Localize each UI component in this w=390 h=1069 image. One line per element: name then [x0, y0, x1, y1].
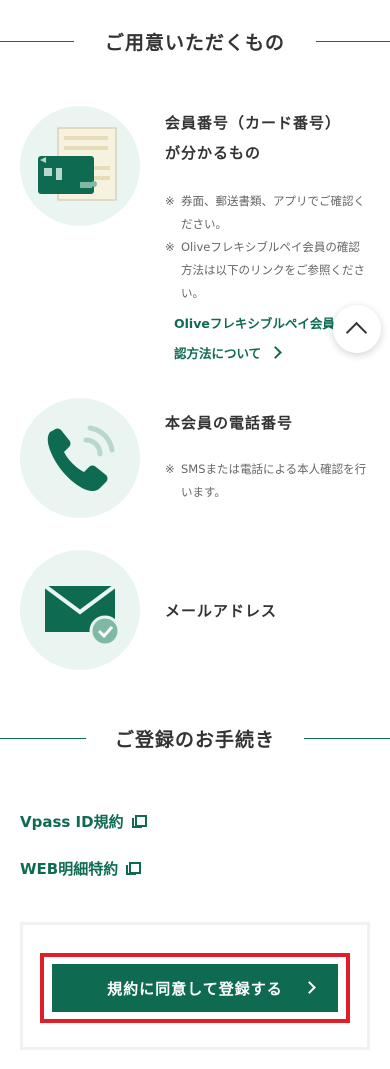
vpass-terms-label: Vpass ID規約 — [20, 813, 124, 831]
scroll-top-button[interactable] — [333, 305, 381, 353]
membership-card-icon — [20, 106, 140, 226]
external-link-icon — [131, 815, 147, 828]
web-statement-terms-label: WEB明細特約 — [20, 860, 119, 878]
phone-title: 本会員の電話番号 — [165, 414, 294, 432]
agree-and-register-label: 規約に同意して登録する — [107, 979, 283, 998]
note-text: 券面、郵送書類、アプリでご確認ください。 — [181, 194, 365, 231]
phone-note: ※ SMSまたは電話による本人確認を行います。 — [165, 458, 371, 504]
card-number-title-line2: が分かるもの — [165, 144, 262, 162]
vpass-terms-link[interactable]: Vpass ID規約 — [20, 808, 147, 836]
olive-confirm-link[interactable]: Oliveフレキシブルペイ会員の確 認方法について — [174, 309, 360, 369]
title-rule-right — [304, 738, 390, 739]
olive-link-line2: 認方法について — [174, 346, 262, 361]
web-statement-terms-link[interactable]: WEB明細特約 — [20, 855, 142, 883]
note-text: SMSまたは電話による本人確認を行います。 — [181, 462, 367, 499]
note-mark: ※ — [165, 240, 175, 254]
note-text: Oliveフレキシブルペイ会員の確認方法は以下のリンクをご参照ください。 — [181, 240, 365, 300]
mail-icon — [20, 550, 140, 670]
olive-link-line1: Oliveフレキシブルペイ会員の確 — [174, 316, 360, 331]
agree-and-register-button[interactable]: 規約に同意して登録する — [52, 964, 338, 1012]
card-number-note-1: ※ 券面、郵送書類、アプリでご確認ください。 — [165, 190, 371, 236]
title-rule-right — [316, 41, 390, 42]
external-link-icon — [126, 862, 142, 875]
chevron-right-icon — [269, 346, 283, 359]
note-mark: ※ — [165, 194, 175, 208]
mail-title: メールアドレス — [165, 602, 278, 620]
phone-icon — [20, 398, 140, 518]
note-mark: ※ — [165, 462, 175, 476]
chevron-right-icon — [303, 981, 316, 994]
card-number-title: 会員番号（カード番号） が分かるもの — [165, 108, 341, 168]
card-number-title-line1: 会員番号（カード番号） — [165, 114, 342, 132]
card-number-note-2: ※ Oliveフレキシブルペイ会員の確認方法は以下のリンクをご参照ください。 — [165, 236, 371, 305]
